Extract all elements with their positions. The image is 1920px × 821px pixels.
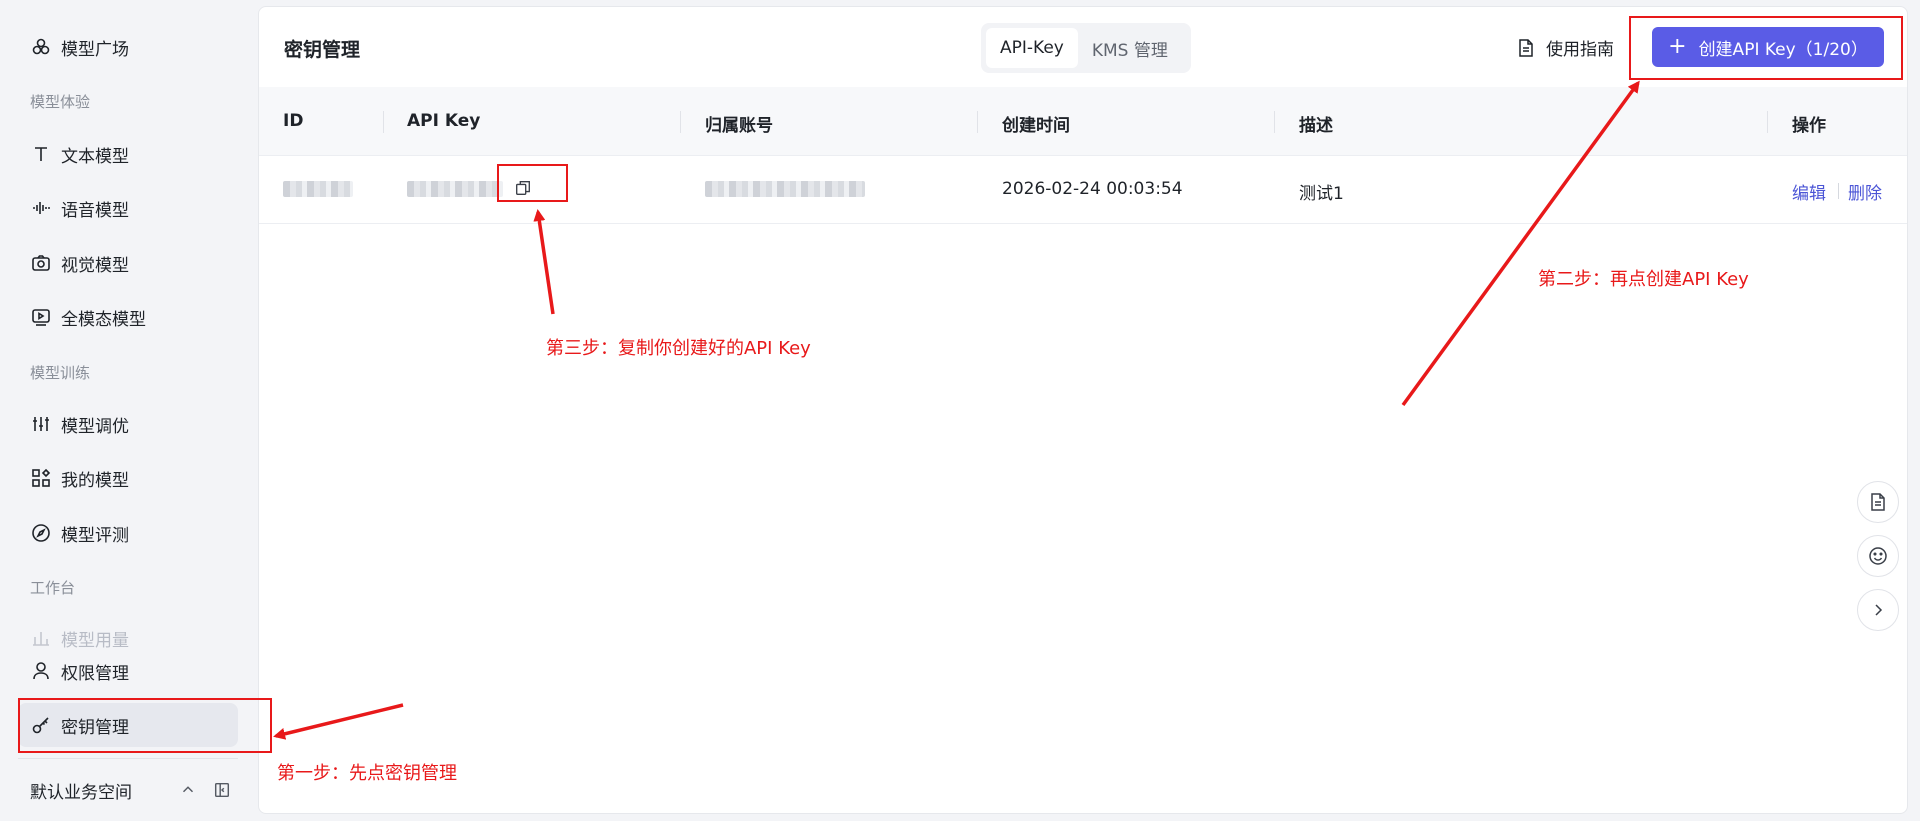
guide-label: 使用指南 bbox=[1546, 40, 1614, 60]
table-header: ID API Key 归属账号 创建时间 描述 操作 bbox=[259, 87, 1907, 156]
main-panel: 密钥管理 API-Key KMS 管理 使用指南 + 创建API Key（1/2… bbox=[258, 6, 1908, 814]
sidebar-item-label: 视觉模型 bbox=[61, 255, 129, 276]
workspace-switcher[interactable]: 默认业务空间 bbox=[30, 775, 235, 805]
model-square-icon bbox=[31, 37, 51, 57]
created-time: 2026-02-24 00:03:54 bbox=[1002, 179, 1183, 199]
sidebar-item-label: 模型评测 bbox=[61, 525, 129, 546]
sidebar-item-label: 模型广场 bbox=[61, 39, 129, 60]
sidebar-item-label: 权限管理 bbox=[61, 663, 129, 684]
description: 测试1 bbox=[1299, 184, 1344, 204]
annotation-box-create bbox=[1629, 16, 1903, 80]
document-icon bbox=[1871, 493, 1885, 511]
delete-link[interactable]: 删除 bbox=[1848, 179, 1882, 204]
annotation-step2: 第二步：再点创建API Key bbox=[1538, 269, 1749, 290]
col-account: 归属账号 bbox=[705, 116, 773, 136]
tab-bar: API-Key KMS 管理 bbox=[981, 23, 1191, 73]
guide-link[interactable]: 使用指南 bbox=[1516, 35, 1614, 60]
annotation-step1: 第一步：先点密钥管理 bbox=[277, 763, 457, 784]
video-icon bbox=[31, 307, 51, 327]
docs-float-button[interactable] bbox=[1857, 481, 1899, 523]
camera-icon bbox=[31, 253, 51, 273]
sidebar-item-my-models[interactable]: 我的模型 bbox=[18, 456, 238, 500]
compass-icon bbox=[31, 523, 51, 543]
sidebar-item-label: 我的模型 bbox=[61, 470, 129, 491]
sidebar-item-voice-model[interactable]: 语音模型 bbox=[18, 186, 238, 230]
sidebar-item-label: 模型用量 bbox=[61, 630, 129, 651]
expand-float-button[interactable] bbox=[1857, 589, 1899, 631]
text-icon bbox=[31, 144, 51, 164]
group-label-experience: 模型体验 bbox=[30, 93, 91, 111]
sidebar-item-model-square[interactable]: 模型广场 bbox=[18, 25, 238, 69]
col-description: 描述 bbox=[1299, 116, 1333, 136]
annotation-step3: 第三步：复制你创建好的API Key bbox=[546, 338, 811, 359]
chevron-right-icon bbox=[1875, 604, 1883, 616]
column-divider bbox=[383, 111, 384, 133]
annotation-box-copy bbox=[497, 164, 568, 202]
group-label-workbench: 工作台 bbox=[30, 579, 76, 597]
sliders-icon bbox=[31, 414, 51, 434]
col-created: 创建时间 bbox=[1002, 116, 1070, 136]
page-title: 密钥管理 bbox=[284, 39, 361, 61]
api-key-value-redacted bbox=[407, 181, 503, 197]
column-divider bbox=[680, 111, 681, 133]
collapse-sidebar-icon[interactable] bbox=[209, 777, 235, 803]
sidebar-item-text-model[interactable]: 文本模型 bbox=[18, 132, 238, 176]
sidebar-divider bbox=[18, 758, 238, 759]
col-id: ID bbox=[283, 111, 304, 131]
id-value-redacted bbox=[283, 181, 353, 197]
sidebar-item-permissions[interactable]: 权限管理 bbox=[18, 649, 238, 693]
feedback-float-button[interactable] bbox=[1857, 535, 1899, 577]
tab-api-key[interactable]: API-Key bbox=[986, 28, 1078, 68]
annotation-box-key-management bbox=[18, 698, 272, 753]
chevron-up-icon[interactable] bbox=[175, 777, 201, 803]
sidebar-item-vision-model[interactable]: 视觉模型 bbox=[18, 241, 238, 285]
sidebar-item-label: 语音模型 bbox=[61, 200, 129, 221]
document-icon bbox=[1519, 38, 1533, 57]
tab-kms[interactable]: KMS 管理 bbox=[1078, 28, 1182, 68]
waveform-icon bbox=[31, 198, 51, 218]
sidebar-item-label: 文本模型 bbox=[61, 146, 129, 167]
edit-link[interactable]: 编辑 bbox=[1792, 179, 1826, 204]
sidebar-item-label: 模型调优 bbox=[61, 416, 129, 437]
bar-chart-icon bbox=[31, 628, 51, 648]
sidebar-item-label: 全模态模型 bbox=[61, 309, 146, 330]
account-value-redacted bbox=[705, 181, 865, 197]
column-divider bbox=[1274, 111, 1275, 133]
smiley-icon bbox=[1869, 547, 1887, 565]
group-label-training: 模型训练 bbox=[30, 364, 91, 382]
col-actions: 操作 bbox=[1792, 116, 1826, 136]
column-divider bbox=[977, 111, 978, 133]
col-api-key: API Key bbox=[407, 111, 481, 131]
action-divider bbox=[1838, 183, 1839, 199]
sidebar-item-omni-model[interactable]: 全模态模型 bbox=[18, 295, 238, 339]
workspace-label: 默认业务空间 bbox=[30, 782, 132, 803]
sidebar-item-fine-tune[interactable]: 模型调优 bbox=[18, 402, 238, 446]
apps-icon bbox=[31, 468, 51, 488]
user-icon bbox=[31, 661, 51, 681]
column-divider bbox=[1767, 111, 1768, 133]
sidebar-item-evaluation[interactable]: 模型评测 bbox=[18, 511, 238, 555]
